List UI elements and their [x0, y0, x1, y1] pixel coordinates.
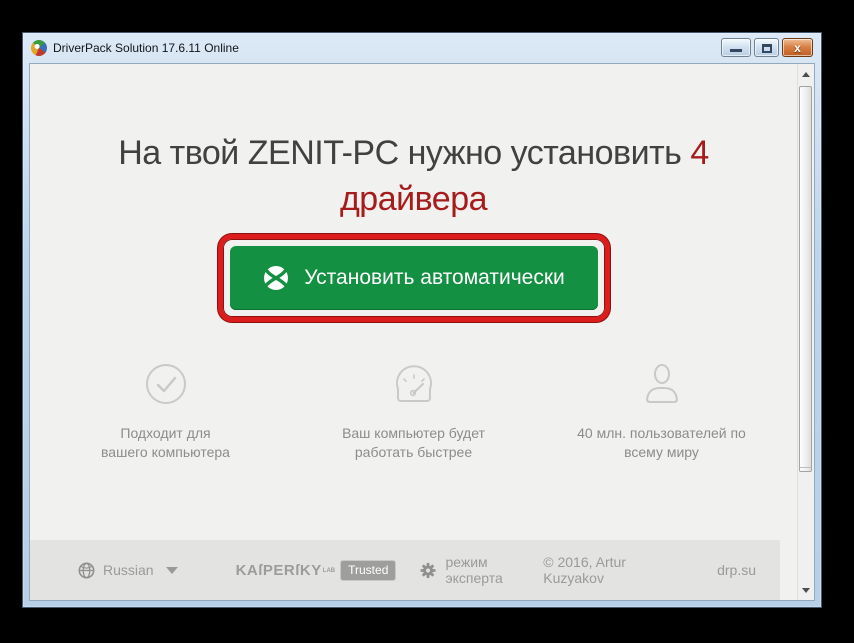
minimize-icon [730, 49, 742, 52]
install-button-label: Установить автоматически [304, 266, 565, 289]
arrow-up-icon [802, 71, 810, 77]
maximize-button[interactable] [754, 38, 779, 57]
feature-compatible: Подходит для вашего компьютера [42, 362, 290, 462]
user-icon [645, 364, 678, 403]
globe-icon [78, 562, 95, 578]
trusted-label: Trusted [340, 559, 397, 581]
scrollbar-thumb[interactable] [799, 86, 812, 472]
feature-faster: Ваш компьютер будет работать быстрее [290, 362, 538, 462]
driver-count: 4 [690, 134, 709, 172]
maximize-icon [761, 44, 772, 53]
language-label: Russian [103, 562, 154, 578]
driverpack-window: DriverPack Solution 17.6.11 Online x На … [22, 32, 822, 608]
close-button[interactable]: x [782, 38, 813, 57]
copyright-text: © 2016, Artur Kuzyakov [543, 554, 626, 586]
kaspersky-trusted-badge[interactable]: KAſPERſKY LAB Trusted [235, 559, 397, 581]
scroll-down-button[interactable] [798, 582, 814, 598]
feature-caption: Подходит для вашего компьютера [101, 425, 230, 460]
site-link[interactable]: drp.su [717, 562, 756, 578]
language-selector[interactable]: Russian [78, 562, 178, 579]
minimize-button[interactable] [721, 38, 751, 57]
heading-drivers-word: драйвера [339, 180, 488, 218]
heading-text: На твой ZENIT-PC нужно установить [118, 134, 682, 172]
check-circle-icon [145, 364, 186, 404]
vertical-scrollbar[interactable] [797, 64, 814, 600]
install-automatically-button[interactable]: Установить автоматически [229, 246, 598, 310]
scroll-up-button[interactable] [798, 66, 814, 82]
driverpack-logo-icon [31, 39, 47, 56]
screenshot-canvas: { "window": { "title": "DriverPack Solut… [0, 0, 854, 643]
feature-caption: Ваш компьютер будет работать быстрее [342, 425, 485, 460]
titlebar[interactable]: DriverPack Solution 17.6.11 Online x [23, 33, 821, 62]
window-controls: x [721, 38, 813, 57]
gear-icon [420, 562, 436, 578]
expert-mode-label: режим эксперта [445, 554, 503, 586]
feature-caption: 40 млн. пользователей по всему миру [577, 425, 746, 460]
chevron-down-icon [165, 566, 178, 574]
main-content: На твой ZENIT-PC нужно установить 4 драй… [30, 64, 797, 600]
kaspersky-wordmark: KAſPERſKY [235, 561, 322, 579]
window-title: DriverPack Solution 17.6.11 Online [53, 40, 239, 55]
annotation-highlight-ring: Установить автоматически [217, 234, 610, 322]
kaspersky-lab-label: LAB [322, 568, 336, 574]
feature-users: 40 млн. пользователей по всему миру [538, 362, 786, 462]
arrow-down-icon [802, 587, 810, 593]
page-title: На твой ZENIT-PC нужно установить 4 драй… [30, 130, 797, 222]
speedometer-icon [395, 365, 432, 402]
footer-bar: Russian KAſPERſKY LAB Trusted режим эксп… [30, 540, 780, 600]
close-icon: x [794, 40, 801, 55]
client-area: На твой ZENIT-PC нужно установить 4 драй… [29, 63, 815, 601]
driverpack-sphere-icon [264, 266, 289, 290]
features-row: Подходит для вашего компьютера Ваш компь… [42, 362, 786, 462]
expert-mode-toggle[interactable]: режим эксперта [420, 554, 543, 586]
